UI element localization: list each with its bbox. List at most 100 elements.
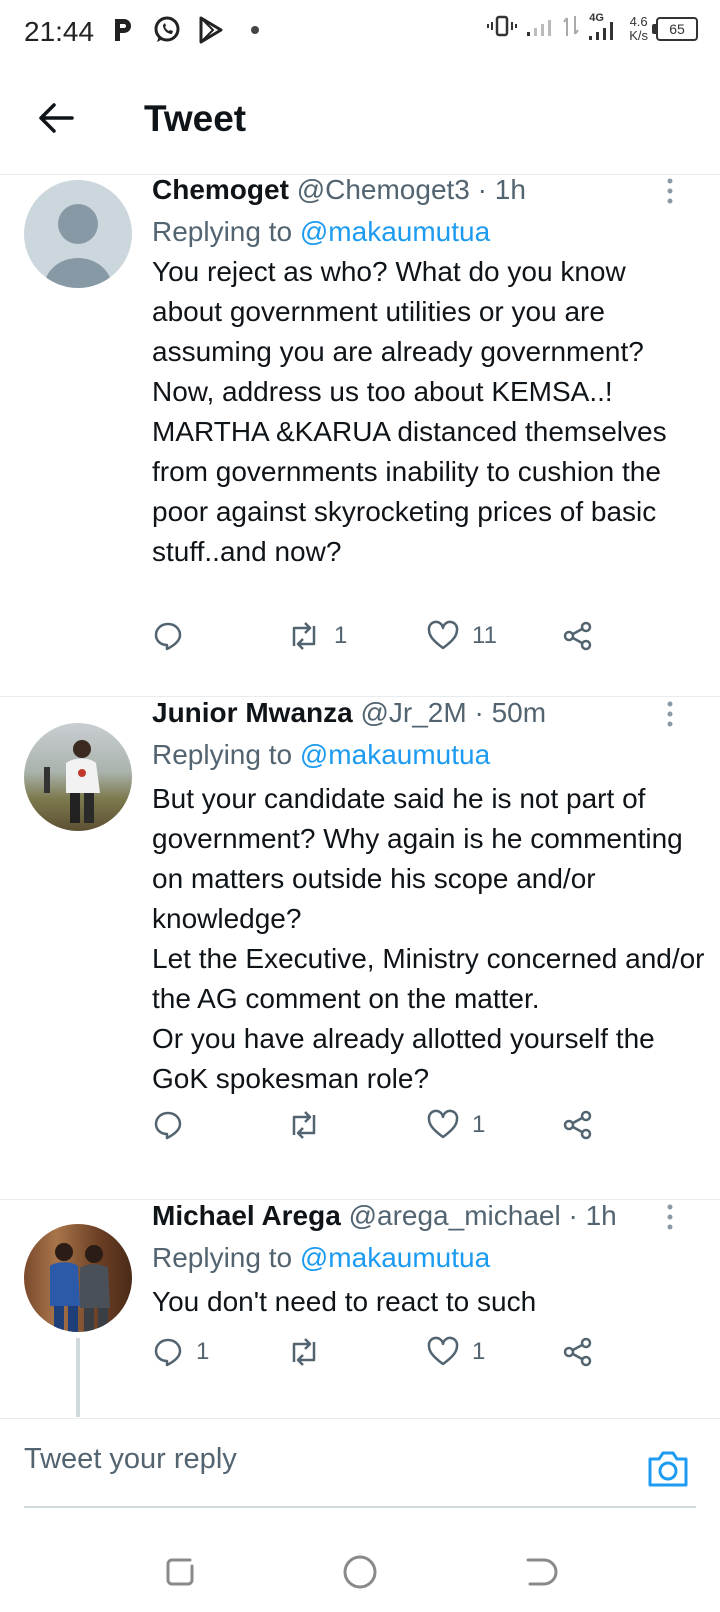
reply-count: 1 [196,1338,210,1365]
share-icon [563,621,592,651]
reply-icon [154,1338,182,1367]
p-icon [108,14,138,46]
more-options-button[interactable] [660,699,680,729]
retweet-button[interactable] [286,1109,334,1141]
data-arrows-icon [563,14,580,43]
heart-icon [427,620,459,650]
reply-icon [154,1111,182,1140]
tweet-actions: 1 [152,1109,632,1149]
display-name[interactable]: Chemoget [152,174,289,205]
like-count: 1 [472,1111,486,1138]
mention-link[interactable]: @makaumutua [300,739,490,770]
back-nav-button[interactable] [520,1552,560,1592]
tweet-text: You reject as who? What do you know abou… [152,256,667,567]
retweet-button[interactable]: 1 [286,620,347,652]
heart-icon [427,1336,459,1366]
tweet-header: Junior Mwanza @Jr_2M · 50m [152,697,660,729]
replying-to: Replying to @makaumutua [152,1242,490,1274]
camera-icon [648,1451,688,1487]
status-time: 21:44 [24,16,95,47]
thread-connector-line [76,1338,80,1417]
display-name[interactable]: Junior Mwanza [152,697,353,728]
system-status-icons: 4G 4.6 K/s 65 [487,12,698,43]
user-handle: @arega_michael [348,1200,561,1231]
profile-photo-icon [44,740,100,823]
mention-link[interactable]: @makaumutua [300,1242,490,1273]
user-handle: @Chemoget3 [296,174,470,205]
display-name[interactable]: Michael Arega [152,1200,341,1231]
reply-button[interactable] [152,1109,196,1141]
signal-2-icon: 4G [587,12,621,42]
share-button[interactable] [562,620,594,652]
heart-icon [427,1109,459,1139]
like-count: 1 [472,1338,486,1365]
more-vertical-icon [667,1204,673,1230]
system-navigation-bar [0,1530,720,1612]
retweet-count: 1 [334,622,348,649]
replying-to-label: Replying to [152,1242,300,1273]
more-vertical-icon [667,701,673,727]
whatsapp-icon [152,14,182,46]
retweet-icon [292,1111,316,1139]
tweet-time: · 1h [568,1200,617,1231]
speed-value: 4.6 [629,13,648,29]
camera-button[interactable] [646,1449,690,1489]
like-button[interactable]: 1 [426,1109,485,1141]
reply-input-underline [24,1506,696,1508]
reply-input[interactable]: Tweet your reply [24,1443,237,1476]
home-circle-icon [343,1555,377,1589]
reply-button[interactable]: 1 [152,1336,209,1368]
retweet-icon [292,622,316,650]
reply-button[interactable] [152,620,196,652]
reply-icon [154,622,182,651]
tweet-actions: 1 1 [152,1336,632,1376]
signal-1-icon [525,14,555,43]
replying-to: Replying to @makaumutua [152,216,490,248]
back-arrow-icon [39,103,74,133]
more-vertical-icon [667,178,673,204]
like-count: 11 [472,622,497,649]
like-button[interactable]: 11 [426,620,497,652]
mention-link[interactable]: @makaumutua [300,216,490,247]
recents-icon [166,1558,194,1586]
status-bar: 21:44 4G 4.6 K/s 65 [0,0,720,66]
recents-button[interactable] [160,1552,200,1592]
like-button[interactable]: 1 [426,1336,485,1368]
retweet-icon [292,1338,316,1366]
top-app-bar: Tweet [0,66,720,175]
back-button[interactable] [34,96,78,140]
share-icon [563,1337,592,1367]
tweet-time: · 1h [477,174,526,205]
home-button[interactable] [340,1552,380,1592]
dot-icon [240,14,270,46]
tweet-card[interactable]: Michael Arega @arega_michael · 1h Replyi… [0,1200,720,1417]
tweet-text: You don't need to react to such [152,1286,537,1317]
page-title: Tweet [144,98,247,139]
tweet-actions: 1 11 [152,620,632,660]
retweet-button[interactable] [286,1336,334,1368]
replying-to-label: Replying to [152,739,300,770]
replying-to: Replying to @makaumutua [152,739,490,771]
tweet-time: · 50m [474,697,547,728]
avatar-default[interactable] [24,180,132,288]
battery-indicator: 65 [652,16,698,41]
avatar-junior-mwanza[interactable] [24,723,132,831]
more-options-button[interactable] [660,176,680,206]
profile-photo-icon [50,1243,110,1332]
share-icon [563,1110,592,1140]
speed-unit: K/s [629,27,648,43]
default-avatar-icon [44,204,112,288]
network-speed: 4.6 K/s [629,13,648,43]
share-button[interactable] [562,1336,594,1368]
tweet-header: Michael Arega @arega_michael · 1h [152,1200,660,1232]
user-handle: @Jr_2M [360,697,467,728]
tweet-card[interactable]: Chemoget @Chemoget3 · 1h Replying to @ma… [0,174,720,697]
avatar-michael-arega[interactable] [24,1224,132,1332]
more-options-button[interactable] [660,1202,680,1232]
tweet-text: But your candidate said he is not part o… [152,783,705,1094]
notification-icons [108,14,270,46]
back-nav-icon [526,1558,558,1586]
tweet-header: Chemoget @Chemoget3 · 1h [152,174,660,206]
tweet-card[interactable]: Junior Mwanza @Jr_2M · 50m Replying to @… [0,697,720,1200]
share-button[interactable] [562,1109,594,1141]
